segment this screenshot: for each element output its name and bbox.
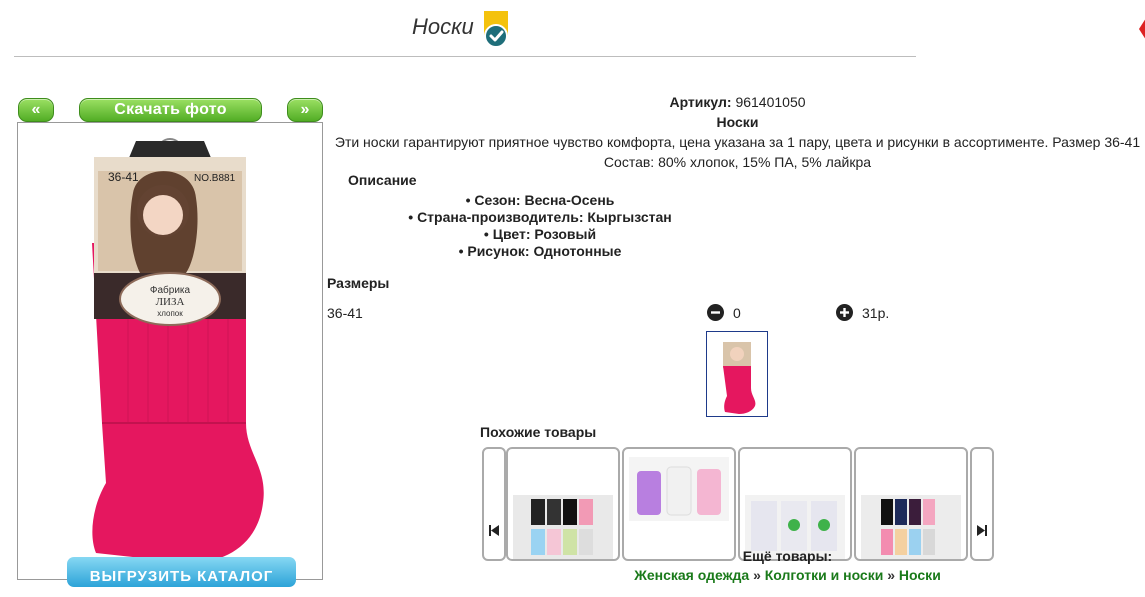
size-thumbnail[interactable]	[706, 331, 768, 417]
product-name: Носки	[716, 114, 759, 130]
photo-brand-line1: Фабрика	[150, 284, 191, 296]
breadcrumb-womens-clothing[interactable]: Женская одежда	[634, 567, 749, 583]
description-heading: Описание	[348, 172, 417, 188]
export-catalog-button[interactable]: ВЫГРУЗИТЬ КАТАЛОГ	[67, 557, 296, 587]
skip-forward-icon	[977, 525, 987, 536]
photo-brand-line2: ЛИЗА	[156, 296, 185, 308]
photo-size-text: 36-41	[108, 170, 139, 184]
breadcrumb-tights-socks[interactable]: Колготки и носки	[765, 567, 884, 583]
verified-badge-icon	[484, 11, 508, 48]
price-value: 31р.	[862, 305, 890, 321]
product-description: Эти носки гарантируют приятное чувство к…	[334, 134, 1141, 170]
breadcrumb-separator: »	[887, 567, 896, 583]
size-value: 36-41	[327, 305, 363, 321]
page-title: Носки	[412, 14, 474, 39]
product-photo: 36-41 NO.B881 Фабрика ЛИЗА хлопок	[17, 122, 323, 580]
thumbnail-image	[723, 342, 756, 414]
more-products-heading: Ещё товары:	[742, 548, 833, 564]
photo-model-text: NO.B881	[194, 173, 236, 184]
skip-back-icon	[489, 525, 499, 536]
similar-heading: Похожие товары	[480, 424, 597, 440]
breadcrumb: Женская одежда » Колготки и носки » Носк…	[330, 567, 1145, 583]
product-photo-image: 36-41 NO.B881 Фабрика ЛИЗА хлопок	[92, 138, 264, 563]
download-photo-button[interactable]: Скачать фото	[79, 98, 262, 122]
quantity-value: 0	[733, 305, 741, 321]
photo-brand-line3: хлопок	[157, 309, 183, 318]
next-photo-button[interactable]: »	[287, 98, 323, 122]
property-pattern: Рисунок: Однотонные	[330, 243, 750, 260]
similar-item-3[interactable]	[738, 447, 852, 561]
sku-label: Артикул:	[669, 94, 732, 110]
prev-photo-button[interactable]: «	[18, 98, 54, 122]
breadcrumb-separator: »	[753, 567, 761, 583]
product-info: Артикул: 961401050 Носки Эти носки гаран…	[330, 92, 1145, 172]
sizes-heading: Размеры	[327, 275, 390, 291]
similar-item-2[interactable]	[622, 447, 736, 561]
property-country: Страна-производитель: Кыргызстан	[330, 209, 750, 226]
similar-item-image-2	[629, 457, 729, 521]
sku-value: 961401050	[735, 94, 806, 110]
close-icon[interactable]	[1136, 18, 1145, 40]
breadcrumb-socks[interactable]: Носки	[899, 567, 941, 583]
similar-item-1[interactable]	[506, 447, 620, 561]
properties-list: Сезон: Весна-Осень Страна-производитель:…	[330, 192, 750, 260]
property-color: Цвет: Розовый	[330, 226, 750, 243]
carousel-next-button[interactable]	[970, 447, 994, 561]
property-season: Сезон: Весна-Осень	[330, 192, 750, 209]
header-divider	[14, 56, 916, 57]
minus-icon[interactable]	[707, 304, 724, 321]
carousel-prev-button[interactable]	[482, 447, 506, 561]
plus-icon[interactable]	[836, 304, 853, 321]
similar-item-4[interactable]	[854, 447, 968, 561]
